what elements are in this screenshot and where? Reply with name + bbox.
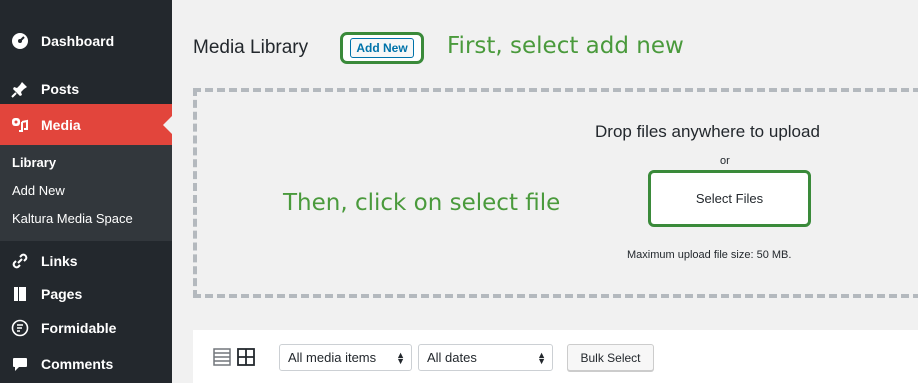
add-new-highlight: Add New [340,32,424,64]
drop-title: Drop files anywhere to upload [595,122,820,141]
sidebar-item-label: Posts [41,81,80,97]
sidebar-item-posts[interactable]: Posts [0,72,172,106]
add-new-button[interactable]: Add New [350,38,414,58]
formidable-icon [11,319,29,337]
bulk-select-button[interactable]: Bulk Select [567,344,654,371]
date-filter-value: All dates [427,350,477,365]
sidebar-item-formidable[interactable]: Formidable [0,311,172,345]
select-arrows-icon: ▲ ▼ [396,350,405,366]
active-indicator [163,115,172,134]
sidebar-item-pages[interactable]: Pages [0,277,172,311]
sidebar-item-media[interactable]: Media [0,104,172,145]
sidebar-item-links[interactable]: Links [0,244,172,278]
sidebar-item-comments[interactable]: Comments [0,347,172,381]
comment-icon [11,355,29,373]
submenu-item-kaltura[interactable]: Kaltura Media Space [12,211,133,226]
admin-sidebar: Dashboard Posts Media Library Add New Ka… [0,0,172,383]
annotation-first: First, select add new [447,33,684,59]
sidebar-item-label: Media [41,116,81,133]
pages-icon [11,285,29,303]
submenu-item-library[interactable]: Library [12,155,56,170]
sidebar-item-label: Pages [41,286,83,302]
media-icon [11,116,29,134]
grid-view-icon[interactable] [237,347,257,367]
select-arrows-icon: ▲ ▼ [537,350,546,366]
dashboard-icon [11,32,29,50]
media-type-filter[interactable]: All media items ▲ ▼ [279,344,412,371]
max-upload-size: Maximum upload file size: 50 MB. [627,249,792,261]
sidebar-item-label: Dashboard [41,33,115,49]
annotation-then: Then, click on select file [283,190,561,216]
sidebar-item-label: Comments [41,356,114,372]
or-text: or [720,155,730,167]
sidebar-item-dashboard[interactable]: Dashboard [0,24,172,58]
submenu-item-add-new[interactable]: Add New [12,183,65,198]
sidebar-item-label: Formidable [41,320,117,336]
media-type-filter-value: All media items [288,350,377,365]
date-filter[interactable]: All dates ▲ ▼ [418,344,553,371]
media-toolbar: All media items ▲ ▼ All dates ▲ ▼ Bulk Sel… [193,330,918,383]
list-view-icon[interactable] [213,347,233,367]
media-submenu: Library Add New Kaltura Media Space [0,145,172,241]
select-files-button[interactable]: Select Files [648,170,811,227]
link-icon [11,252,29,270]
page-title: Media Library [193,37,309,58]
sidebar-item-label: Links [41,253,78,269]
pin-icon [11,80,29,98]
